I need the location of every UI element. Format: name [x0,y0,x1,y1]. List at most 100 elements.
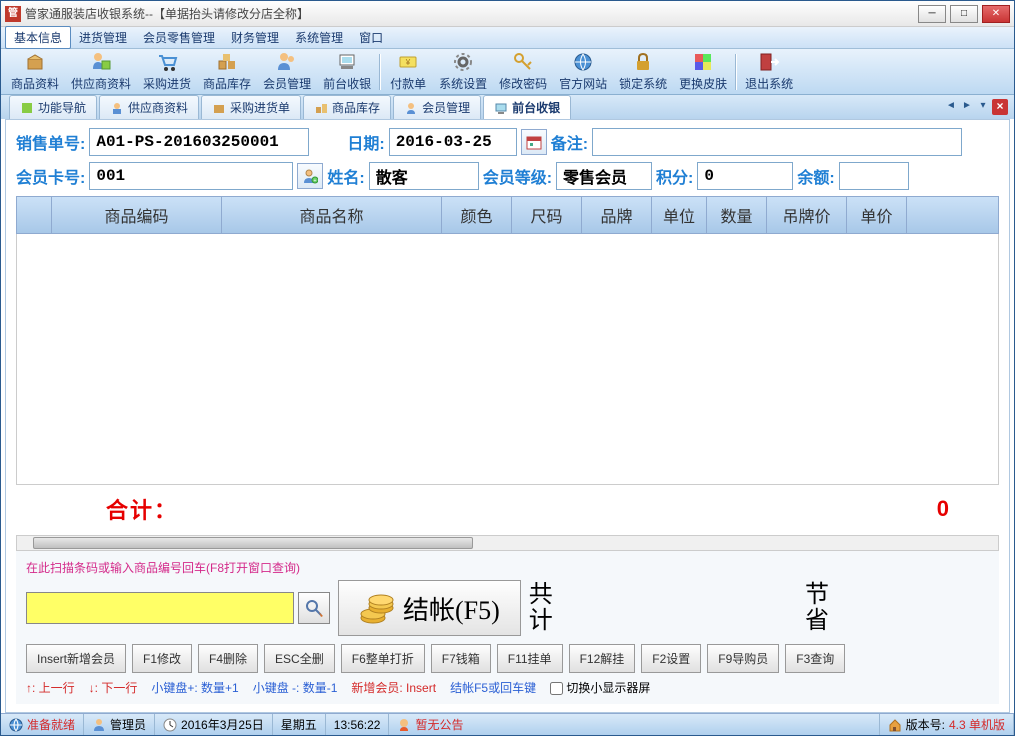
menubar: 基本信息 进货管理 会员零售管理 财务管理 系统管理 窗口 [1,27,1014,49]
toolbar-pos[interactable]: 前台收银 [317,49,377,94]
toolbar-skin[interactable]: 更换皮肤 [673,49,733,94]
toolbar-key[interactable]: 修改密码 [493,49,553,94]
web-icon [572,51,594,73]
announcement-icon [397,718,411,732]
tab-2[interactable]: 采购进货单 [201,95,301,119]
titlebar: 管 管家通服装店收银系统--【单据抬头请修改分店全称】 ─ □ ✕ [1,1,1014,27]
fn-btn-6[interactable]: F11挂单 [497,644,563,673]
tab-next-icon[interactable]: ► [960,100,974,114]
toolbar-web[interactable]: 官方网站 [553,49,613,94]
tab-close-button[interactable]: × [992,99,1008,115]
toggle-display-checkbox[interactable] [550,682,563,695]
points-label: 积分: [656,164,693,188]
menu-finance[interactable]: 财务管理 [223,27,287,48]
toolbar-exit[interactable]: 退出系统 [739,49,799,94]
toolbar-member[interactable]: 会员管理 [257,49,317,94]
minimize-button[interactable]: ─ [918,5,946,23]
hint-up: ↑: 上一行 [26,679,75,696]
tab-3[interactable]: 商品库存 [303,95,391,119]
tab-icon-2 [212,101,226,115]
menu-basic[interactable]: 基本信息 [5,26,71,49]
cart-icon [156,51,178,73]
toolbar-box[interactable]: 商品资料 [5,49,65,94]
tab-menu-icon[interactable]: ▾ [976,100,990,114]
name-label: 姓名: [327,164,364,188]
balance-input[interactable] [839,162,909,190]
supplier-icon [90,51,112,73]
fn-btn-10[interactable]: F3查询 [785,644,845,673]
svg-text:+: + [314,178,317,184]
date-input[interactable] [389,128,517,156]
fn-btn-3[interactable]: ESC全删 [264,644,335,673]
toolbar-cart[interactable]: 采购进货 [137,49,197,94]
card-no-input[interactable] [89,162,293,190]
window-title: 管家通服装店收银系统--【单据抬头请修改分店全称】 [25,5,918,22]
col-3[interactable]: 尺码 [512,197,582,233]
exit-icon [758,51,780,73]
col-2[interactable]: 颜色 [442,197,512,233]
fn-btn-0[interactable]: Insert新增会员 [26,644,126,673]
fn-btn-7[interactable]: F12解挂 [569,644,636,673]
toolbar-stock[interactable]: 商品库存 [197,49,257,94]
doc-tabbar: 功能导航供应商资料采购进货单商品库存会员管理前台收银 ◄ ► ▾ × [1,95,1014,119]
remark-input[interactable] [592,128,962,156]
tab-prev-icon[interactable]: ◄ [944,100,958,114]
total-row: 合计： 0 [16,485,999,533]
maximize-button[interactable]: □ [950,5,978,23]
menu-window[interactable]: 窗口 [351,27,391,48]
col-5[interactable]: 单位 [652,197,707,233]
tab-1[interactable]: 供应商资料 [99,95,199,119]
col-8[interactable]: 单价 [847,197,907,233]
stock-icon [216,51,238,73]
fn-btn-2[interactable]: F4删除 [198,644,258,673]
tab-5[interactable]: 前台收银 [483,95,571,119]
menu-purchase[interactable]: 进货管理 [71,27,135,48]
toolbar-gear[interactable]: 系统设置 [433,49,493,94]
toggle-display[interactable]: 切换小显示器屏 [550,679,650,696]
home-icon [888,718,902,732]
status-date: 2016年3月25日 [181,716,264,733]
menu-system[interactable]: 系统管理 [287,27,351,48]
fn-btn-1[interactable]: F1修改 [132,644,192,673]
tab-0[interactable]: 功能导航 [9,95,97,119]
tab-4[interactable]: 会员管理 [393,95,481,119]
grid-body[interactable] [16,234,999,485]
statusbar: 准备就绪 管理员 2016年3月25日 星期五 13:56:22 暂无公告 版本… [1,713,1014,735]
toolbar-supplier[interactable]: 供应商资料 [65,49,137,94]
toolbar-lock[interactable]: 锁定系统 [613,49,673,94]
member-icon [276,51,298,73]
fn-btn-8[interactable]: F2设置 [641,644,701,673]
date-label: 日期: [347,130,384,154]
calendar-button[interactable] [521,129,547,155]
barcode-input[interactable] [26,592,294,624]
toolbar: 商品资料供应商资料采购进货商品库存会员管理前台收银¥付款单系统设置修改密码官方网… [1,49,1014,95]
horizontal-scrollbar[interactable] [16,535,999,551]
hint-down: ↓: 下一行 [89,679,138,696]
barcode-search-button[interactable] [298,592,330,624]
card-no-label: 会员卡号: [16,164,85,188]
scrollbar-thumb[interactable] [33,537,473,549]
search-icon [305,599,323,617]
status-version-label: 版本号: [906,716,945,733]
name-input[interactable] [369,162,479,190]
content-area: 销售单号: 日期: 备注: 会员卡号: + 姓名: 会员等级: 积分: 余额: [5,119,1010,713]
fn-btn-4[interactable]: F6整单打折 [341,644,425,673]
toolbar-pay[interactable]: ¥付款单 [383,49,433,94]
level-input[interactable] [556,162,652,190]
points-input[interactable] [697,162,793,190]
col-7[interactable]: 吊牌价 [767,197,847,233]
pos-icon [336,51,358,73]
fn-btn-5[interactable]: F7钱箱 [431,644,491,673]
col-4[interactable]: 品牌 [582,197,652,233]
menu-retail[interactable]: 会员零售管理 [135,27,223,48]
svg-text:¥: ¥ [405,58,411,67]
col-6[interactable]: 数量 [707,197,767,233]
order-no-input[interactable] [89,128,309,156]
col-1[interactable]: 商品名称 [222,197,442,233]
member-lookup-button[interactable]: + [297,163,323,189]
close-button[interactable]: ✕ [982,5,1010,23]
status-time: 13:56:22 [334,718,381,732]
col-0[interactable]: 商品编码 [52,197,222,233]
fn-btn-9[interactable]: F9导购员 [707,644,779,673]
checkout-button[interactable]: 结帐(F5) [338,580,521,636]
